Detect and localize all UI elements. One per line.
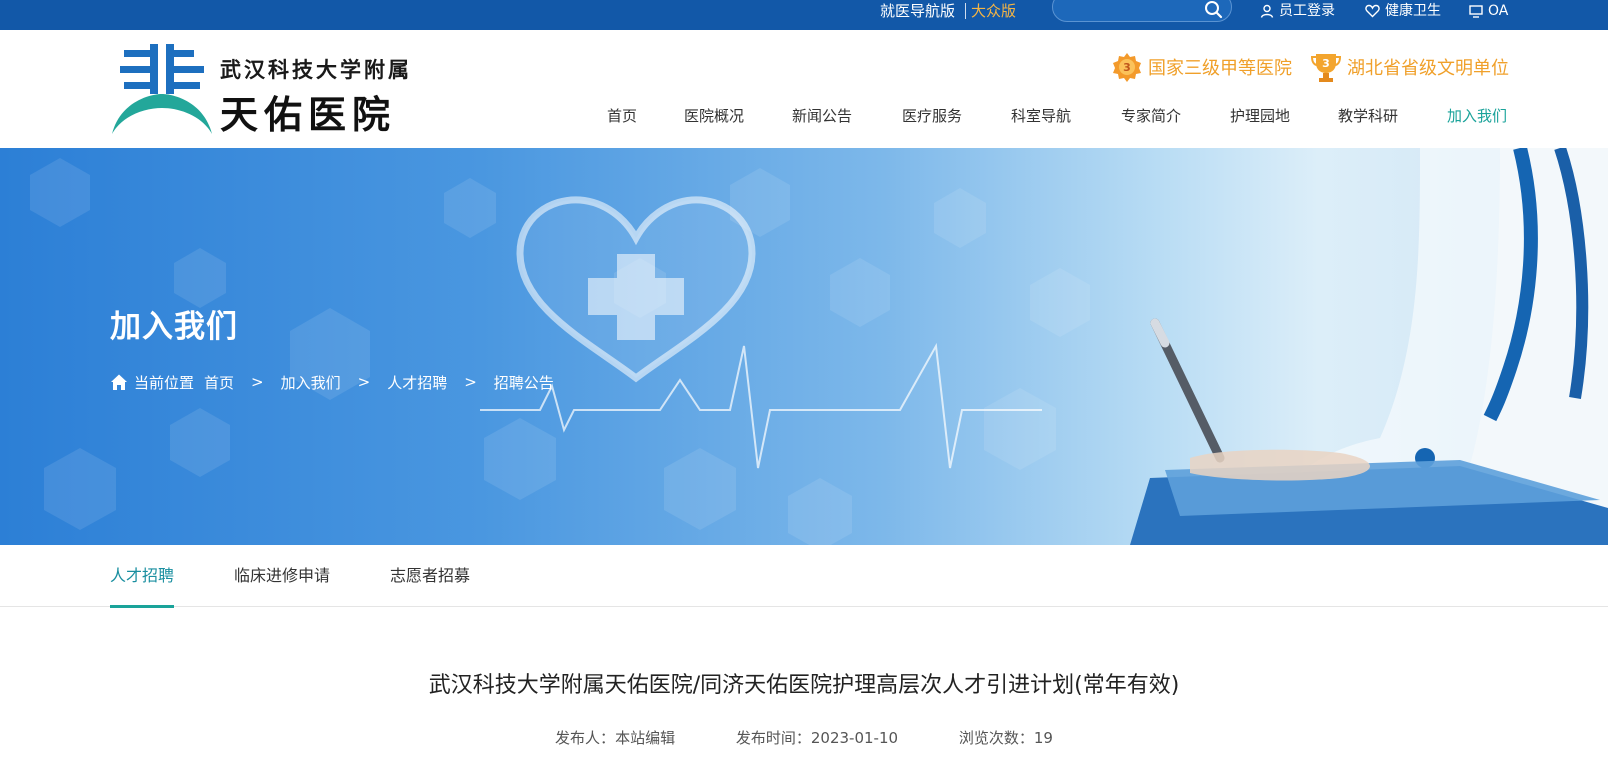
date-meta: 发布时间：2023-01-10: [736, 729, 898, 747]
site-header: 武汉科技大学附属 天佑医院 3 国家三级甲等医院 3 湖北省省级文明单位 首页 …: [0, 30, 1608, 148]
honor-label-2: 湖北省省级文明单位: [1347, 58, 1509, 79]
views-label: 浏览次数：: [958, 729, 1034, 747]
publisher-meta: 发布人：本站编辑: [555, 729, 675, 747]
nav-join-us[interactable]: 加入我们: [1447, 98, 1507, 134]
breadcrumb-label: 当前位置: [134, 373, 195, 392]
article-meta: 发布人：本站编辑 发布时间：2023-01-10 浏览次数：19: [0, 727, 1608, 748]
nav-home[interactable]: 首页: [607, 98, 637, 134]
publisher-label: 发布人：: [555, 729, 616, 747]
honor-label-1: 国家三级甲等医院: [1148, 58, 1292, 79]
breadcrumb-talent-recruitment[interactable]: 人才招聘: [387, 372, 447, 393]
search-input[interactable]: [1067, 1, 1187, 21]
monitor-icon: [1469, 4, 1483, 18]
search-icon: [1205, 1, 1223, 19]
breadcrumb-separator: >: [357, 373, 371, 391]
svg-text:3: 3: [1322, 57, 1330, 70]
staff-login-label: 员工登录: [1279, 3, 1335, 19]
breadcrumb-separator: >: [464, 373, 477, 391]
health-link[interactable]: 健康卫生: [1365, 0, 1441, 22]
top-utility-bar: 就医导航版 大众版 员工登录 健康卫生 OA: [0, 0, 1608, 30]
svg-text:3: 3: [1123, 61, 1131, 74]
tab-talent-recruitment[interactable]: 人才招聘: [110, 545, 175, 608]
honor-civilized-unit: 3 湖北省省级文明单位: [1311, 50, 1509, 84]
heart-icon: [1365, 4, 1380, 18]
divider: [965, 3, 966, 19]
article-title: 武汉科技大学附属天佑医院/同济天佑医院护理高层次人才引进计划(常年有效): [428, 673, 1180, 698]
date-value: 2023-01-10: [810, 729, 899, 747]
user-icon: [1260, 4, 1274, 18]
banner-background-art: [30, 148, 1608, 545]
logo-line2: 天佑医院: [220, 92, 397, 137]
breadcrumb-recruitment-notice[interactable]: 招聘公告: [494, 372, 554, 393]
nav-departments[interactable]: 科室导航: [1011, 98, 1071, 134]
search-button[interactable]: [1204, 0, 1226, 22]
sub-tabs: 人才招聘 临床进修申请 志愿者招募: [0, 545, 1608, 608]
nav-overview[interactable]: 医院概况: [684, 98, 744, 134]
honor-grade-a: 3 国家三级甲等医院: [1112, 50, 1292, 84]
oa-link[interactable]: OA: [1469, 0, 1508, 22]
tab-clinical-training[interactable]: 临床进修申请: [234, 545, 330, 607]
oa-label: OA: [1488, 3, 1509, 19]
staff-login-link[interactable]: 员工登录: [1260, 0, 1335, 22]
public-version-link[interactable]: 大众版: [971, 0, 1016, 22]
logo-line1: 武汉科技大学附属: [220, 57, 412, 82]
logo-mark-icon: [112, 44, 212, 134]
nav-nursing[interactable]: 护理园地: [1230, 98, 1290, 134]
publisher-value: 本站编辑: [615, 729, 676, 747]
views-meta: 浏览次数：19: [959, 729, 1053, 747]
nav-medical-services[interactable]: 医疗服务: [902, 98, 962, 134]
trophy-icon: 3: [1311, 54, 1341, 82]
breadcrumb-separator: >: [251, 373, 264, 391]
nav-news[interactable]: 新闻公告: [792, 98, 852, 134]
nav-experts[interactable]: 专家简介: [1121, 98, 1181, 134]
views-value: 19: [1033, 729, 1053, 747]
breadcrumb: 当前位置 首页 > 加入我们 > 人才招聘 > 招聘公告: [110, 370, 554, 394]
breadcrumb-join-us[interactable]: 加入我们: [281, 372, 341, 393]
nav-teaching-research[interactable]: 教学科研: [1338, 98, 1398, 134]
health-label: 健康卫生: [1385, 3, 1441, 19]
home-icon: [111, 374, 127, 390]
page-title: 加入我们: [110, 309, 238, 345]
date-label: 发布时间：: [735, 729, 811, 747]
page-banner: 加入我们 当前位置 首页 > 加入我们 > 人才招聘 > 招聘公告: [0, 148, 1608, 545]
tab-volunteer-recruitment[interactable]: 志愿者招募: [390, 545, 470, 607]
hospital-logo[interactable]: 武汉科技大学附属 天佑医院: [110, 44, 412, 137]
breadcrumb-home[interactable]: 首页: [204, 372, 234, 393]
medal-icon: 3: [1113, 53, 1141, 82]
guide-version-link[interactable]: 就医导航版: [880, 0, 955, 30]
